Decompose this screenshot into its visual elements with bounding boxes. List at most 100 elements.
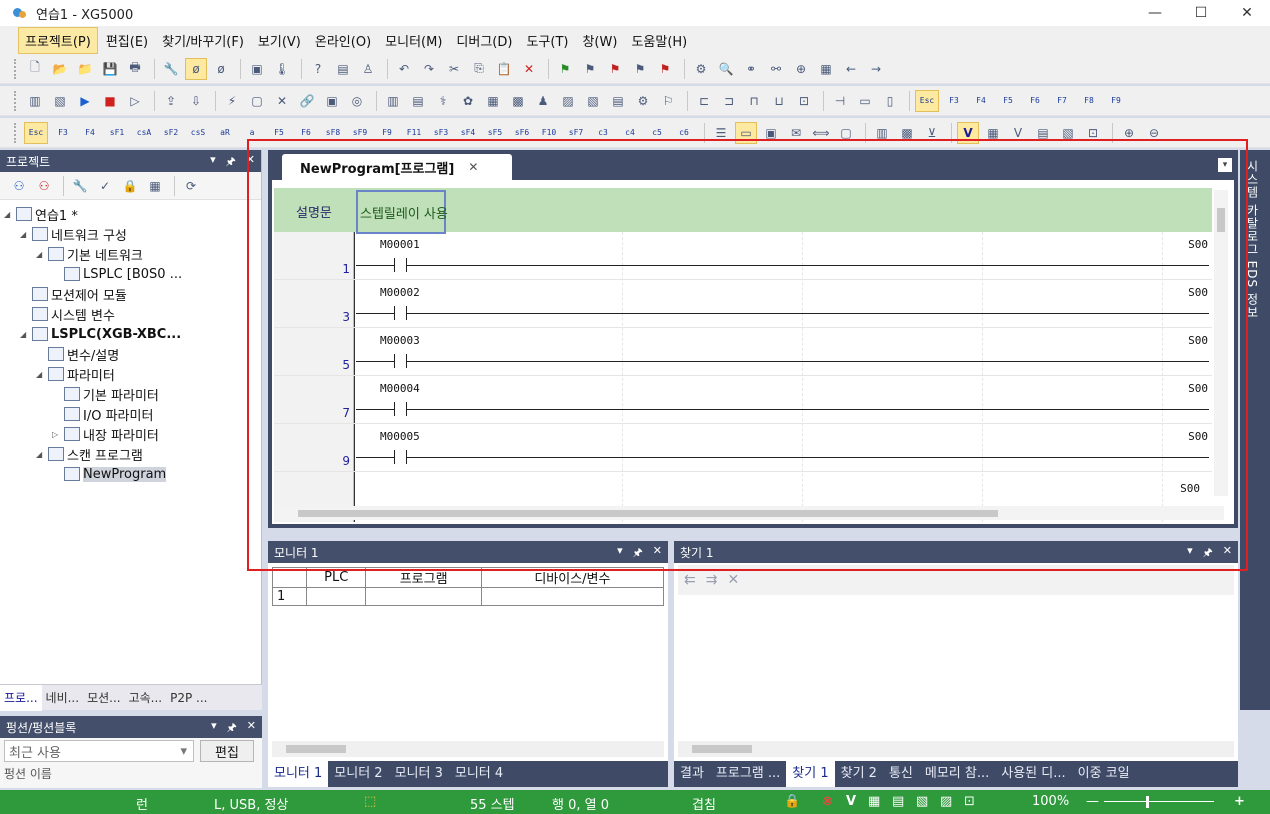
contact-r-icon[interactable]: aR xyxy=(213,122,237,144)
forward-arrow-icon[interactable]: → xyxy=(865,58,887,80)
download-icon[interactable]: ⇩ xyxy=(185,90,207,112)
run-icon[interactable]: ▶ xyxy=(74,90,96,112)
lock-icon[interactable]: 🔒 xyxy=(119,175,141,197)
col-delete-icon[interactable]: ⊔ xyxy=(768,90,790,112)
diagnosis-icon[interactable]: ⚕ xyxy=(432,90,454,112)
back-arrow-icon[interactable]: ← xyxy=(840,58,862,80)
var-mon-status-icon[interactable]: ▧ xyxy=(916,794,928,809)
monitor-pause-icon[interactable]: ▢ xyxy=(246,90,268,112)
tab-navigator[interactable]: 네비... xyxy=(42,689,84,706)
contact-no-icon[interactable]: F3 xyxy=(51,122,75,144)
bookmark-prev-icon[interactable]: ⚑ xyxy=(579,58,601,80)
data-icon[interactable]: ▤ xyxy=(607,90,629,112)
expand-icon[interactable]: ◢ xyxy=(4,210,16,219)
save-icon[interactable]: 💾 xyxy=(99,58,121,80)
tab-result[interactable]: 결과 xyxy=(674,761,710,787)
tree-node[interactable]: ▷ 내장 파라미터 xyxy=(4,424,261,444)
tree-node[interactable]: ◢ 연습1 * xyxy=(4,204,261,224)
rung-insert-below-icon[interactable]: ⊐ xyxy=(718,90,740,112)
cross-ref-icon[interactable]: ⚭ xyxy=(740,58,762,80)
next-result-icon[interactable]: ⇉ xyxy=(706,572,718,588)
bookmark-icon[interactable]: ⚑ xyxy=(554,58,576,80)
tree-node[interactable]: 변수/설명 xyxy=(4,344,261,364)
prev-result-icon[interactable]: ⇇ xyxy=(684,572,696,588)
tree-node[interactable]: ◢ LSPLC(XGB-XBC... xyxy=(4,324,261,344)
tree-node[interactable]: 기본 파라미터 xyxy=(4,384,261,404)
tab-find-2[interactable]: 찾기 2 xyxy=(835,761,883,787)
zoom-find-icon[interactable]: 🔍 xyxy=(715,58,737,80)
find-hscroll[interactable] xyxy=(678,741,1234,757)
menu-monitor[interactable]: 모니터(M) xyxy=(379,28,448,53)
menu-edit[interactable]: 편집(E) xyxy=(100,28,154,53)
connect-plc-icon[interactable]: ⚇ xyxy=(8,175,30,197)
edit-button[interactable]: 편집 xyxy=(200,740,254,762)
ladder-esc-icon[interactable]: Esc xyxy=(24,121,48,144)
upload-icon[interactable]: ⇪ xyxy=(160,90,182,112)
tree-node[interactable]: I/O 파라미터 xyxy=(4,404,261,424)
f4-key-icon[interactable]: F4 xyxy=(969,90,993,112)
thermometer-icon[interactable]: 🌡 xyxy=(271,58,293,80)
menu-window[interactable]: 창(W) xyxy=(576,28,623,53)
chart-icon[interactable]: ▧ xyxy=(582,90,604,112)
tree-node[interactable]: NewProgram xyxy=(4,464,261,484)
tree-node[interactable]: 시스템 변수 xyxy=(4,304,261,324)
variable-status-icon[interactable]: V xyxy=(846,794,856,809)
check-icon[interactable]: ✓ xyxy=(94,175,116,197)
mode-icon[interactable]: ▥ xyxy=(24,90,46,112)
esc-key-icon[interactable]: Esc xyxy=(915,89,939,112)
pin-icon[interactable]: 🖈 xyxy=(227,719,237,738)
link-icon[interactable]: 🔗 xyxy=(296,90,318,112)
connect-icon[interactable]: ø xyxy=(185,57,207,80)
clear-results-icon[interactable]: ✕ xyxy=(727,572,739,588)
tab-find-1[interactable]: 찾기 1 xyxy=(786,761,835,787)
recent-select[interactable]: 최근 사용 xyxy=(4,740,194,762)
system-icon[interactable]: ✿ xyxy=(457,90,479,112)
f9-key-icon[interactable]: F9 xyxy=(1104,90,1128,112)
contact-nc-icon[interactable]: F4 xyxy=(78,122,102,144)
expand-icon[interactable]: ◢ xyxy=(20,330,32,339)
expand-icon[interactable]: ◢ xyxy=(20,230,32,239)
open-project-icon[interactable]: 📁 xyxy=(74,58,96,80)
cog-users-icon[interactable]: ⚙ xyxy=(632,90,654,112)
cut-icon[interactable]: ✂ xyxy=(443,58,465,80)
col-insert-icon[interactable]: ⊓ xyxy=(743,90,765,112)
tree-node[interactable]: ◢ 네트워크 구성 xyxy=(4,224,261,244)
undo-icon[interactable]: ↶ xyxy=(393,58,415,80)
contact-pos-icon[interactable]: sF1 xyxy=(105,122,129,144)
write-icon[interactable]: ▧ xyxy=(49,90,71,112)
expand-icon[interactable]: ▷ xyxy=(52,430,64,439)
scan-icon[interactable]: ♟ xyxy=(532,90,554,112)
print-icon[interactable]: 🖶 xyxy=(124,58,146,80)
zoom-in-button[interactable]: + xyxy=(1234,794,1245,809)
dropdown-icon[interactable]: ▾ xyxy=(211,719,217,738)
tab-communication[interactable]: 통신 xyxy=(883,761,919,787)
tab-double-coil[interactable]: 이중 코일 xyxy=(1072,761,1136,787)
expand-icon[interactable]: ◢ xyxy=(36,450,48,459)
wrench-icon[interactable]: 🔧 xyxy=(160,58,182,80)
dropdown-icon[interactable]: ▾ xyxy=(210,153,216,172)
grid-icon[interactable]: ▦ xyxy=(815,58,837,80)
expand-icon[interactable]: ◢ xyxy=(36,370,48,379)
menu-project[interactable]: 프로젝트(P) xyxy=(18,26,98,54)
rung-insert-icon[interactable]: ⊏ xyxy=(693,90,715,112)
tree-node[interactable]: 모션제어 모듈 xyxy=(4,284,261,304)
properties-icon[interactable]: 🔧 xyxy=(69,175,91,197)
menu-help[interactable]: 도움말(H) xyxy=(625,28,693,53)
contact-pos2-icon[interactable]: sF2 xyxy=(159,122,183,144)
step-icon[interactable]: ▷ xyxy=(124,90,146,112)
menu-view[interactable]: 보기(V) xyxy=(252,28,307,53)
force-io-icon[interactable]: ▣ xyxy=(321,90,343,112)
tab-highspeed[interactable]: 고속... xyxy=(125,689,167,706)
open-folder-icon[interactable]: 📂 xyxy=(49,58,71,80)
menu-tools[interactable]: 도구(T) xyxy=(520,28,574,53)
label-icon[interactable]: ▯ xyxy=(879,90,901,112)
expand-icon[interactable]: ◢ xyxy=(36,250,48,259)
monitor-icon[interactable]: ⚡ xyxy=(221,90,243,112)
watch-status-icon[interactable]: ⊡ xyxy=(964,794,975,809)
tab-p2p[interactable]: P2P ... xyxy=(166,691,211,705)
memory-icon[interactable]: ▩ xyxy=(507,90,529,112)
f8-key-icon[interactable]: F8 xyxy=(1077,90,1101,112)
menu-online[interactable]: 온라인(O) xyxy=(309,28,377,53)
tree-node[interactable]: LSPLC [B0S0 ... xyxy=(4,264,261,284)
refresh-icon[interactable]: ⟳ xyxy=(180,175,202,197)
